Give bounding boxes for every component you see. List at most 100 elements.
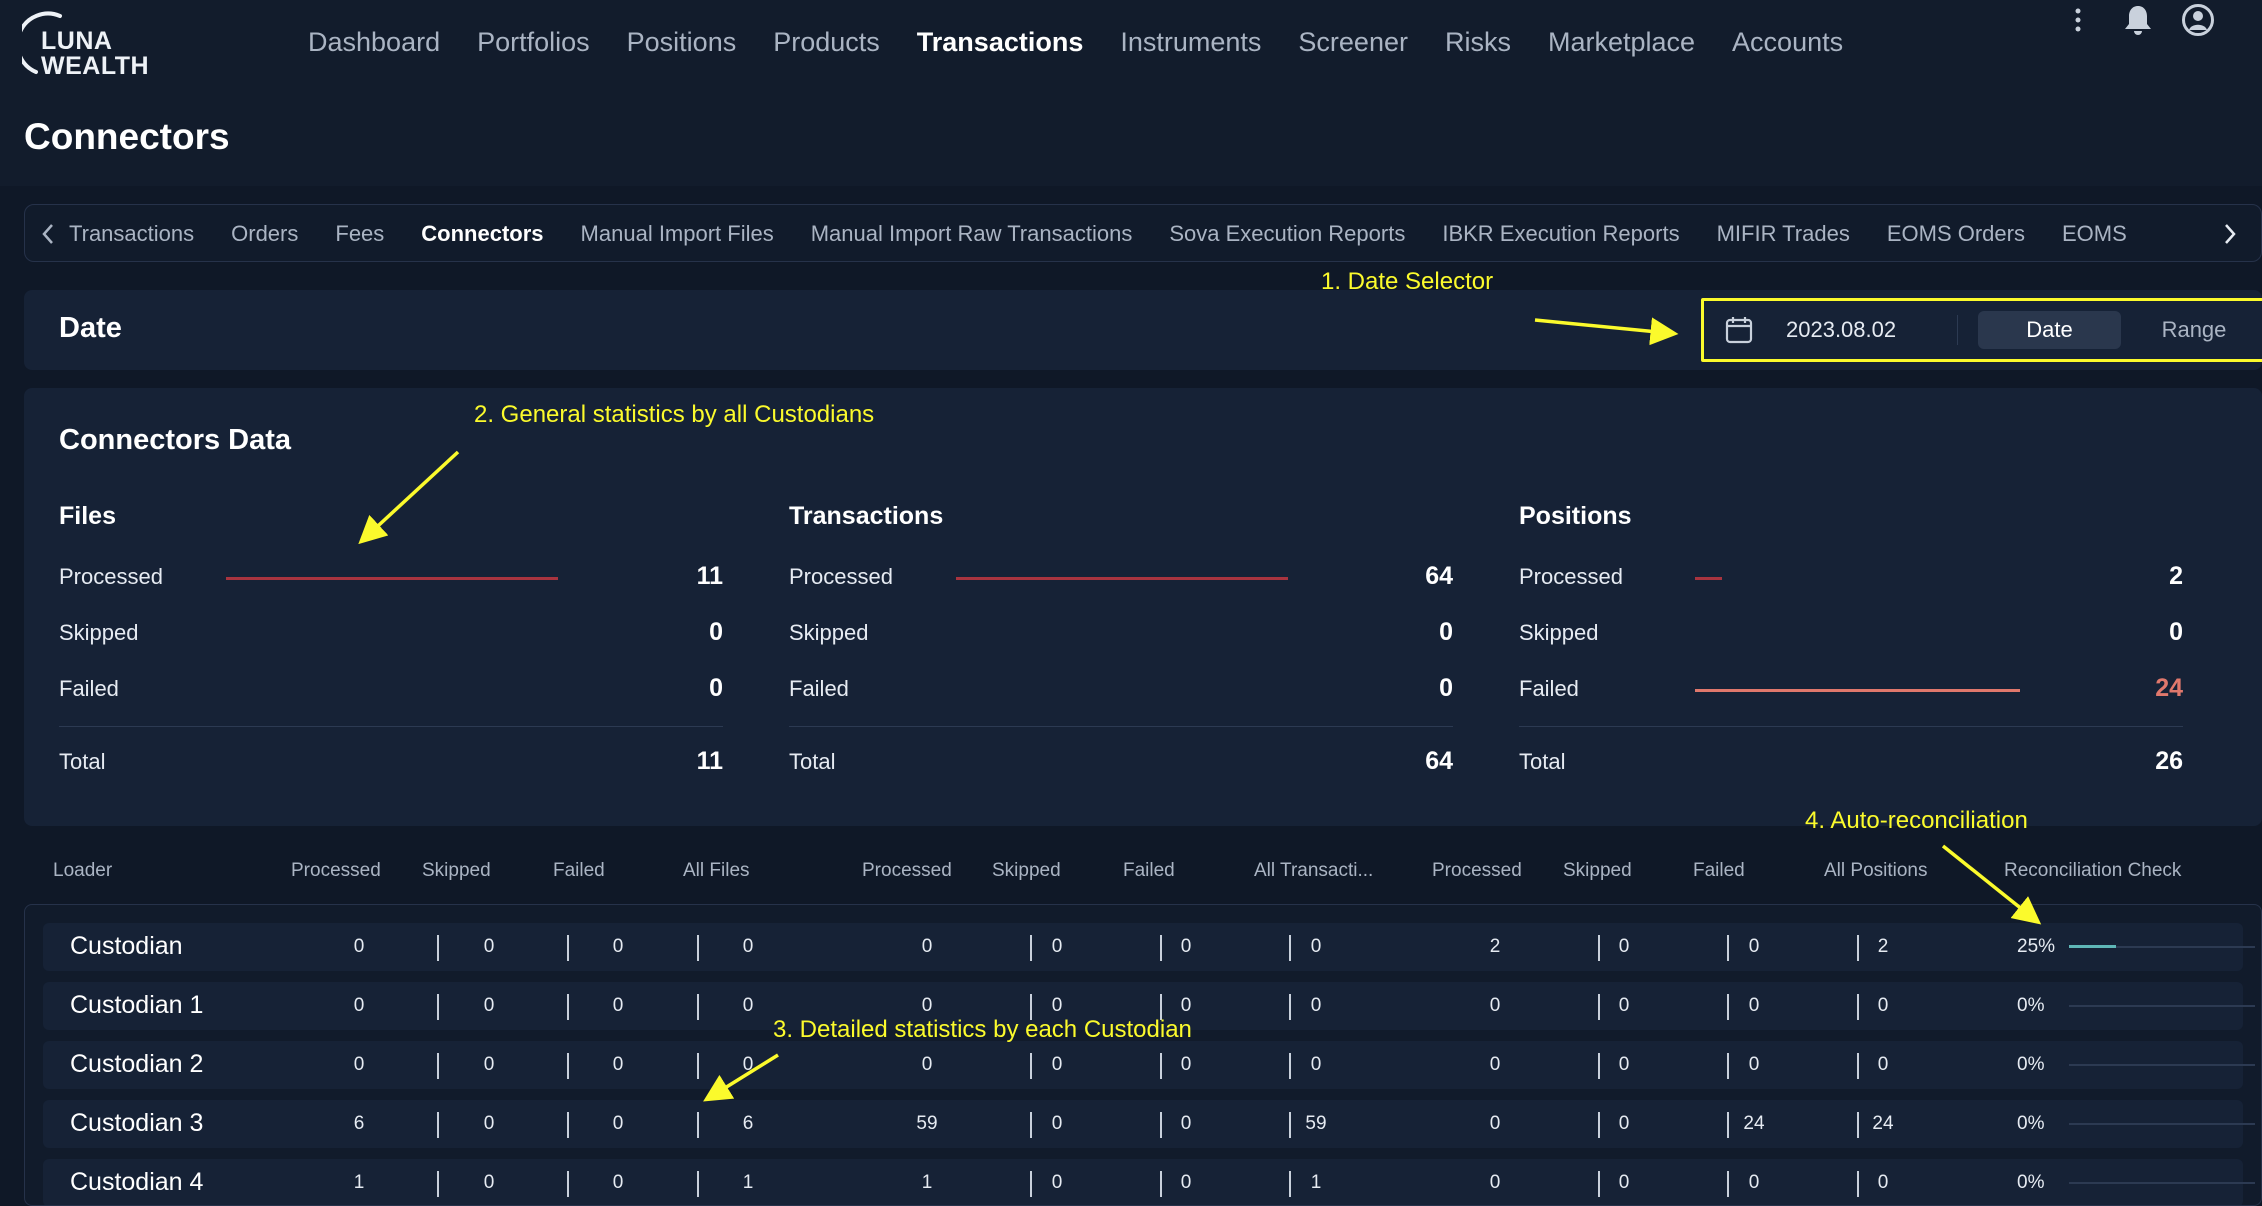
nav-item-instruments[interactable]: Instruments (1120, 24, 1261, 60)
table-cell: 0 (1748, 936, 1760, 957)
stat-row-skipped: Skipped 0 (789, 614, 1453, 670)
stat-value: 0 (709, 618, 723, 646)
tab-fees[interactable]: Fees (335, 221, 384, 247)
table-cell: 2 (1489, 936, 1501, 957)
table-cell: 0 (1310, 995, 1322, 1016)
cell-separator (567, 935, 569, 961)
nav-item-accounts[interactable]: Accounts (1732, 24, 1843, 60)
column-header[interactable]: Skipped (1563, 860, 1632, 882)
table-cell: 0 (1877, 1172, 1889, 1193)
stat-value: 24 (2155, 674, 2183, 702)
tab-orders[interactable]: Orders (231, 221, 298, 247)
column-header[interactable]: Failed (1123, 860, 1175, 882)
tab-connectors[interactable]: Connectors (421, 221, 543, 247)
range-mode-toggle[interactable]: Range (2124, 311, 2262, 349)
column-header[interactable]: Skipped (992, 860, 1061, 882)
column-header[interactable]: Processed (1432, 860, 1522, 882)
stat-value: 0 (1439, 674, 1453, 702)
tab-eoms-orders[interactable]: EOMS Orders (1887, 221, 2025, 247)
table-cell: 24 (1872, 1113, 1894, 1134)
tab-ibkr-execution-reports[interactable]: IBKR Execution Reports (1442, 221, 1679, 247)
column-header[interactable]: Processed (862, 860, 952, 882)
column-header[interactable]: All Files (683, 860, 750, 882)
custodian-name: Custodian 3 (70, 1109, 204, 1137)
table-cell: 0 (483, 936, 495, 957)
table-cell: 6 (353, 1113, 365, 1134)
table-cell: 0 (1618, 1113, 1630, 1134)
table-cell: 0 (483, 1113, 495, 1134)
column-header[interactable]: Skipped (422, 860, 491, 882)
table-row[interactable]: Custodian 3 6 0 0 6 59 0 0 59 0 0 24 24 0% (43, 1100, 2255, 1148)
stat-row-total: Total 64 (789, 743, 1453, 799)
column-header[interactable]: All Transacti... (1254, 860, 1373, 882)
table-cell: 0 (1180, 1172, 1192, 1193)
table-cell: 1 (742, 1172, 754, 1193)
more-vertical-icon[interactable] (2058, 0, 2098, 40)
stat-total-value: 64 (1425, 747, 1453, 775)
nav-item-dashboard[interactable]: Dashboard (308, 24, 440, 60)
column-header[interactable]: Failed (553, 860, 605, 882)
tab-transactions[interactable]: Transactions (69, 221, 194, 247)
table-cell: 1 (353, 1172, 365, 1193)
column-header[interactable]: Loader (53, 860, 112, 882)
tabs-scroll-right-icon[interactable] (2215, 205, 2245, 261)
nav-item-transactions[interactable]: Transactions (917, 24, 1084, 60)
stats-group-positions: Positions Processed 2 Skipped 0 Failed 24 Total… (1519, 502, 2183, 799)
nav-item-products[interactable]: Products (773, 24, 880, 60)
reconciliation-progress-bar (2069, 1064, 2255, 1066)
table-cell: 0 (1618, 995, 1630, 1016)
stat-value: 11 (696, 562, 723, 590)
table-cell: 0 (1051, 1054, 1063, 1075)
annotation-auto-reconciliation: 4. Auto-reconciliation (1805, 807, 2028, 834)
reconciliation-percent: 0% (2017, 1054, 2045, 1075)
date-mode-toggle[interactable]: Date (1978, 311, 2121, 349)
stat-label: Skipped (59, 620, 139, 645)
table-cell: 0 (612, 1113, 624, 1134)
table-cell: 0 (1051, 1113, 1063, 1134)
column-header[interactable]: Processed (291, 860, 381, 882)
table-row[interactable]: Custodian 0 0 0 0 0 0 0 0 2 0 0 2 25% (43, 923, 2255, 971)
table-row[interactable]: Custodian 2 0 0 0 0 0 0 0 0 0 0 0 0 0% (43, 1041, 2255, 1089)
tabs-scroll-left-icon[interactable] (33, 205, 63, 261)
user-icon[interactable] (2178, 0, 2218, 40)
cell-separator (697, 1112, 699, 1138)
table-cell: 0 (483, 1054, 495, 1075)
nav-item-screener[interactable]: Screener (1298, 24, 1408, 60)
table-cell: 0 (1877, 1054, 1889, 1075)
stat-row-failed: Failed 0 (789, 670, 1453, 726)
date-input[interactable]: 2023.08.02 (1786, 317, 1896, 343)
nav-item-positions[interactable]: Positions (627, 24, 737, 60)
tab-mifir-trades[interactable]: MIFIR Trades (1717, 221, 1850, 247)
connectors-data-card: Connectors Data Files Processed 11 Skipped 0… (24, 388, 2262, 826)
column-header[interactable]: Failed (1693, 860, 1745, 882)
table-cell: 59 (1305, 1113, 1327, 1134)
tab-eoms[interactable]: EOMS (2062, 221, 2127, 247)
stat-label: Skipped (789, 620, 869, 645)
tab-manual-import-raw-transactions[interactable]: Manual Import Raw Transactions (811, 221, 1133, 247)
tab-sova-execution-reports[interactable]: Sova Execution Reports (1169, 221, 1405, 247)
stat-label: Processed (1519, 564, 1623, 589)
stat-row-skipped: Skipped 0 (59, 614, 723, 670)
nav-item-risks[interactable]: Risks (1445, 24, 1511, 60)
column-header[interactable]: All Positions (1824, 860, 1928, 882)
nav-item-portfolios[interactable]: Portfolios (477, 24, 590, 60)
bell-icon[interactable] (2118, 0, 2158, 40)
stat-row-processed: Processed 2 (1519, 558, 2183, 614)
table-row[interactable]: Custodian 4 1 0 0 1 1 0 0 1 0 0 0 0 0% (43, 1159, 2255, 1205)
table-cell: 0 (612, 995, 624, 1016)
luna-wealth-logo[interactable]: LUNA WEALTH (22, 10, 162, 80)
stat-bar (1695, 689, 2020, 692)
date-selector: 2023.08.02 Date Range (1701, 298, 2262, 362)
stat-label: Processed (789, 564, 893, 589)
table-cell: 0 (1618, 936, 1630, 957)
calendar-icon[interactable] (1724, 315, 1754, 350)
table-header: Loader Processed Skipped Failed All Files Pro… (24, 858, 2262, 888)
stats-group-transactions: Transactions Processed 64 Skipped 0 Failed 0 To… (789, 502, 1453, 799)
stat-label: Failed (59, 676, 119, 701)
table-cell: 0 (1051, 995, 1063, 1016)
custodian-name: Custodian 2 (70, 1050, 204, 1078)
tab-manual-import-files[interactable]: Manual Import Files (581, 221, 774, 247)
nav-item-marketplace[interactable]: Marketplace (1548, 24, 1695, 60)
column-header[interactable]: Reconciliation Check (2004, 860, 2181, 882)
logo-text-line2: WEALTH (41, 52, 150, 80)
